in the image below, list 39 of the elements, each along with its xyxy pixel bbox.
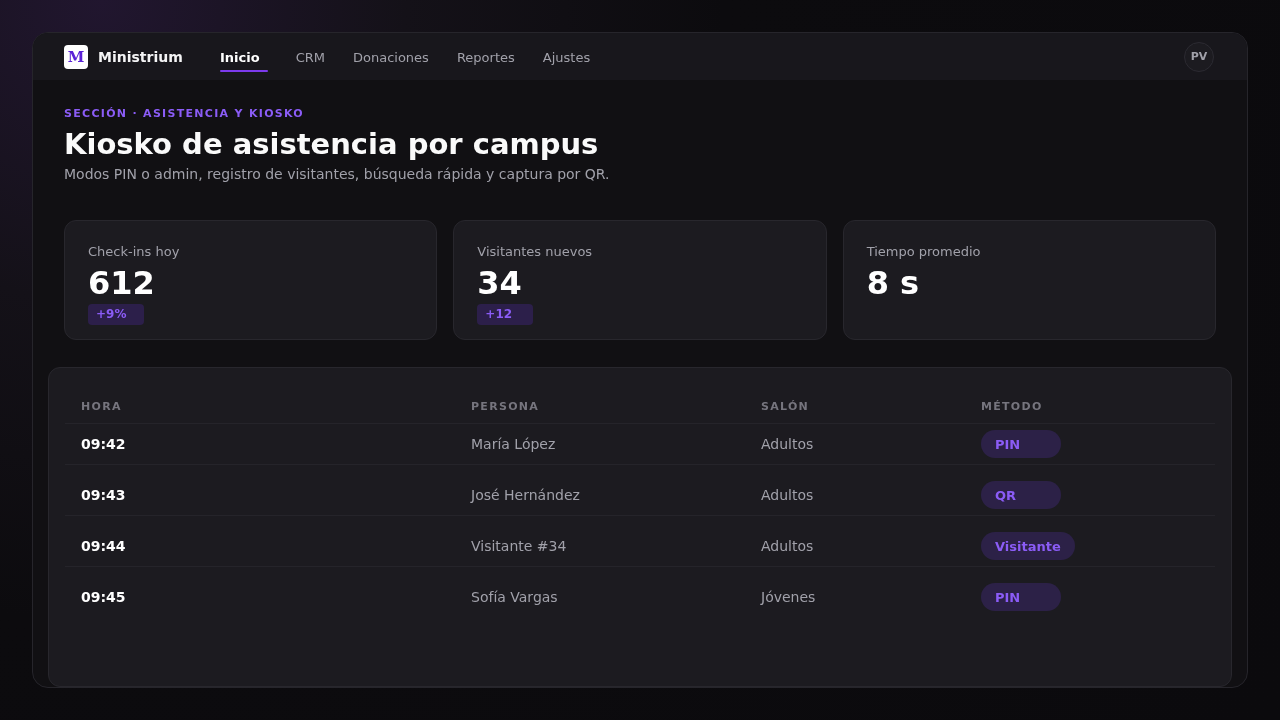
time-cell: 09:44 <box>81 538 126 554</box>
nav-tab[interactable]: Ajustes <box>542 33 591 80</box>
method-tag: QR <box>981 481 1061 509</box>
room-cell: Adultos <box>761 538 814 554</box>
person-cell: María López <box>471 436 556 452</box>
method-tag: Visitante <box>981 532 1075 560</box>
stat-label: Tiempo promedio <box>866 243 981 261</box>
person-cell: José Hernández <box>471 487 580 503</box>
nav-tab[interactable]: Inicio <box>220 33 268 80</box>
stat-value: 612 <box>88 264 155 302</box>
nav-tab[interactable]: CRM <box>295 33 325 80</box>
stat-label: Visitantes nuevos <box>477 243 593 261</box>
stat-delta: +12 <box>477 304 534 325</box>
time-cell: 09:43 <box>81 487 126 503</box>
page-title: Kiosko de asistencia por campus <box>64 126 599 162</box>
user-avatar[interactable]: PV <box>1184 41 1214 72</box>
time-cell: 09:42 <box>81 436 126 452</box>
time-cell: 09:45 <box>81 589 126 605</box>
section-eyebrow: SECCIÓN · ASISTENCIA Y KIOSKO <box>64 107 305 121</box>
column-header: HORA <box>81 400 122 413</box>
brand-logo: M <box>64 44 88 69</box>
room-cell: Adultos <box>761 436 814 452</box>
person-cell: Sofía Vargas <box>471 589 558 605</box>
person-cell: Visitante #34 <box>471 538 567 554</box>
room-cell: Adultos <box>761 487 814 503</box>
stat-value: 34 <box>477 264 522 302</box>
method-tag: PIN <box>981 583 1061 611</box>
column-header: SALÓN <box>761 400 810 413</box>
stat-value: 8 s <box>866 264 920 302</box>
method-tag: PIN <box>981 430 1061 458</box>
column-header: MÉTODO <box>981 400 1043 413</box>
nav-tab[interactable]: Reportes <box>456 33 515 80</box>
column-header: PERSONA <box>471 400 540 413</box>
brand-name: Ministrium <box>98 48 183 65</box>
nav-tab[interactable]: Donaciones <box>353 33 429 80</box>
page-subtitle: Modos PIN o admin, registro de visitantes, búsqueda rápida y captura por QR. <box>64 165 610 184</box>
stat-label: Check-ins hoy <box>88 243 180 261</box>
room-cell: Jóvenes <box>761 589 816 605</box>
stat-delta: +9% <box>88 304 144 325</box>
